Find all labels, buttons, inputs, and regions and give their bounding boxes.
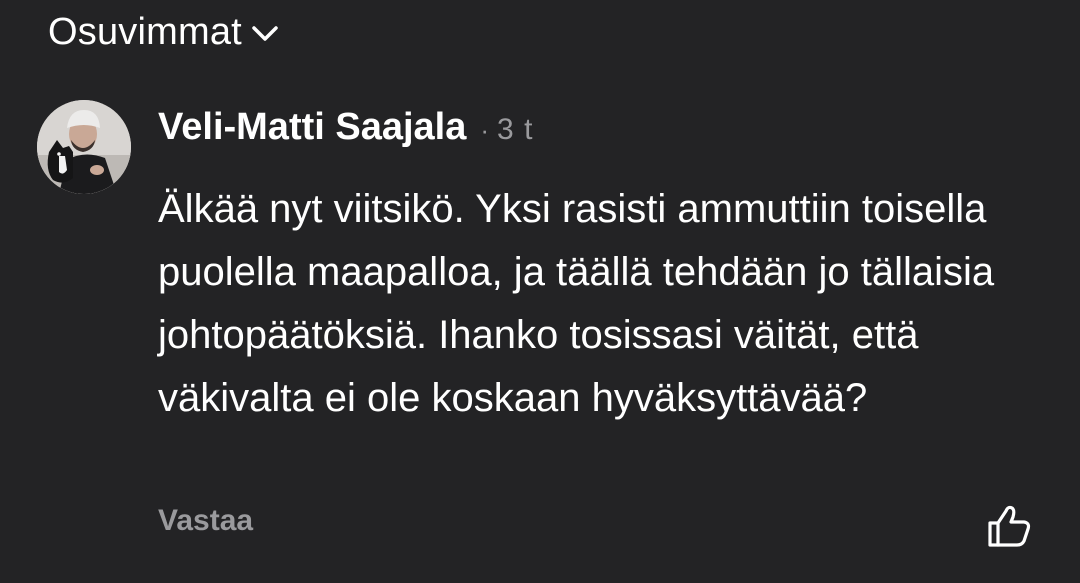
author-name[interactable]: Veli-Matti Saajala: [158, 106, 466, 149]
reply-button[interactable]: Vastaa: [158, 504, 253, 538]
chevron-down-icon: [252, 25, 278, 43]
avatar[interactable]: [37, 100, 131, 194]
comment-text: Älkää nyt viitsikö. Yksi rasisti ammutti…: [158, 187, 995, 420]
timestamp: 3 t: [497, 113, 534, 146]
sort-label: Osuvimmat: [48, 10, 242, 53]
comment-header: Veli-Matti Saajala · 3 t: [158, 106, 533, 149]
sort-dropdown[interactable]: Osuvimmat: [48, 8, 278, 56]
thumbs-up-icon[interactable]: [984, 501, 1034, 551]
separator-dot: ·: [480, 115, 490, 145]
